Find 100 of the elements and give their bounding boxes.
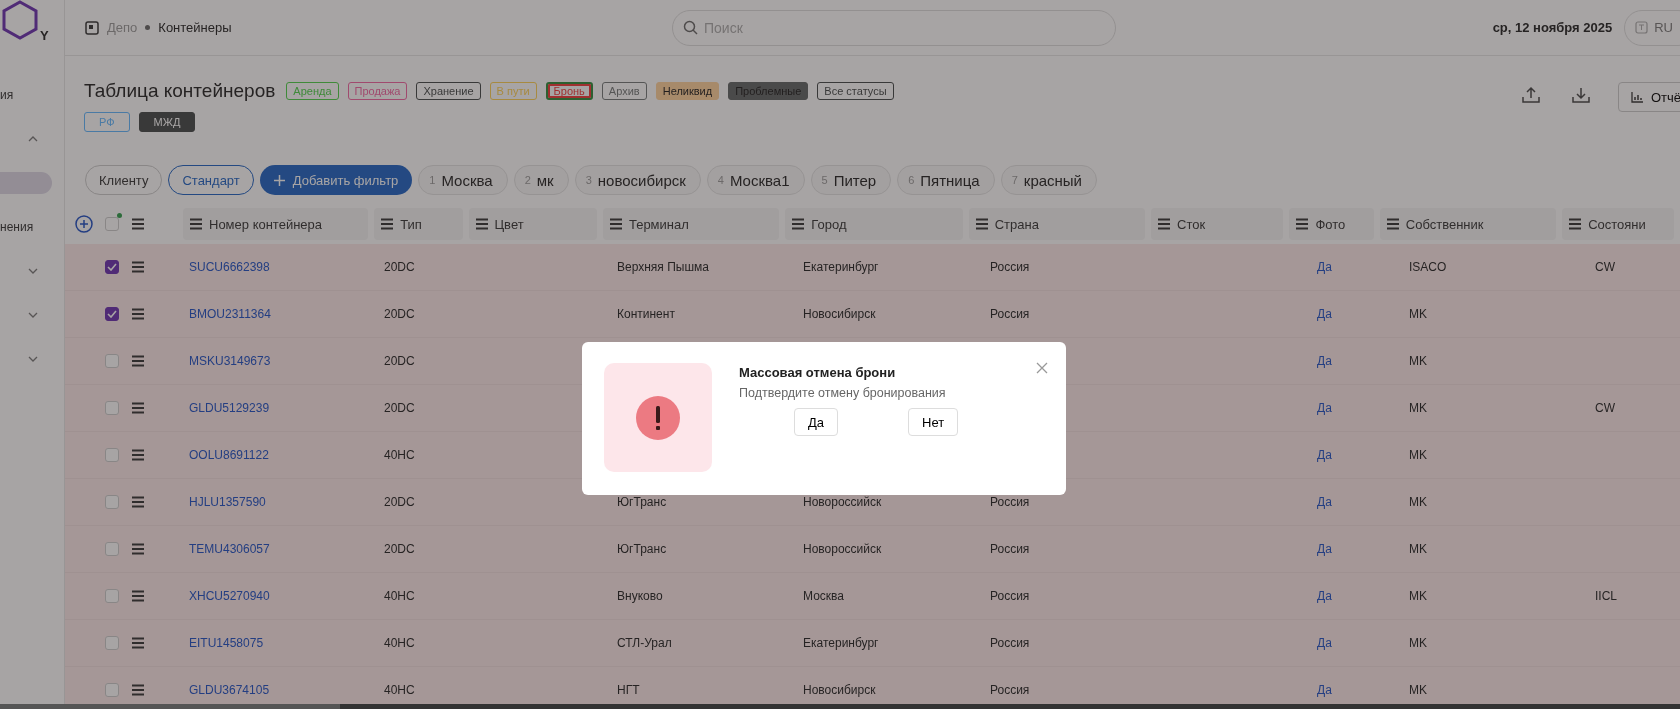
chevron-down-icon[interactable]	[28, 356, 38, 362]
status-tag[interactable]: Продажа	[347, 82, 408, 100]
table-cell: MK	[1409, 401, 1427, 415]
row-checkbox[interactable]	[105, 260, 119, 274]
row-menu-icon[interactable]	[131, 261, 145, 273]
breadcrumb-item: Контейнеры	[158, 20, 232, 35]
column-header[interactable]: Терминал	[602, 208, 780, 240]
table-cell: 20DC	[384, 542, 415, 556]
indicator-dot	[117, 213, 122, 218]
table-cell: 20DC	[384, 401, 415, 415]
table-cell: MK	[1409, 448, 1427, 462]
table-cell: Верхняя Пышма	[617, 260, 709, 274]
column-header[interactable]: Страна	[968, 208, 1146, 240]
menu-item-label[interactable]: ия	[0, 85, 14, 105]
warning-icon	[636, 395, 680, 440]
photo-link[interactable]: Да	[1317, 260, 1332, 274]
container-link[interactable]: XHCU5270940	[189, 589, 270, 603]
photo-link[interactable]: Да	[1317, 448, 1332, 462]
add-filter-button[interactable]: Добавить фильтр	[259, 165, 413, 195]
menu-icon	[974, 218, 989, 230]
table-cell: ЮгТранс	[617, 542, 667, 556]
table-cell: MK	[1409, 495, 1427, 509]
preset-filter[interactable]: Стандарт	[168, 165, 254, 195]
menu-icon	[1568, 218, 1583, 230]
photo-link[interactable]: Да	[1317, 683, 1332, 697]
table-cell: IICL	[1595, 589, 1617, 603]
container-link[interactable]: BMOU2311364	[189, 307, 271, 321]
report-button[interactable]: Отчё	[1617, 82, 1680, 112]
column-header[interactable]: Тип	[374, 208, 463, 240]
page-title: Таблица контейнеров	[84, 80, 276, 102]
row-menu-icon[interactable]	[131, 543, 145, 555]
container-link[interactable]: HJLU1357590	[189, 495, 266, 509]
photo-link[interactable]: Да	[1317, 307, 1332, 321]
table-cell: Новороссийск	[803, 495, 882, 509]
filter-label: новосибирск	[597, 171, 686, 189]
dialog-button[interactable]: Нет	[908, 408, 959, 436]
photo-link[interactable]: Да	[1317, 354, 1332, 368]
region-tag[interactable]: РФ	[84, 112, 130, 132]
table-cell: Россия	[990, 307, 1030, 321]
status-tag[interactable]: Неликвид	[655, 82, 720, 100]
container-link[interactable]: SUCU6662398	[189, 260, 270, 274]
row-menu-icon[interactable]	[131, 590, 145, 602]
container-link[interactable]: OOLU8691122	[189, 448, 269, 462]
row-checkbox[interactable]	[105, 307, 119, 321]
status-tag[interactable]: Бронь	[545, 82, 593, 100]
row-menu-icon[interactable]	[131, 637, 145, 649]
region-tag[interactable]: МЖД	[138, 112, 196, 132]
row-menu-icon[interactable]	[131, 402, 145, 414]
table-cell: 20DC	[384, 495, 415, 509]
table-cell: 20DC	[384, 354, 415, 368]
photo-link[interactable]: Да	[1317, 542, 1332, 556]
container-link[interactable]: MSKU3149673	[189, 354, 271, 368]
row-menu-icon[interactable]	[131, 308, 145, 320]
column-header[interactable]: Номер контейнера	[183, 208, 369, 240]
check-icon	[107, 263, 117, 271]
add-row-icon[interactable]	[75, 215, 93, 233]
photo-link[interactable]: Да	[1317, 401, 1332, 415]
container-link[interactable]: GLDU5129239	[189, 401, 270, 415]
column-header[interactable]: Сток	[1151, 208, 1284, 240]
language-button[interactable]: RU	[1624, 9, 1680, 46]
chevron-down-icon[interactable]	[28, 268, 38, 274]
table-cell: ISACO	[1409, 260, 1447, 274]
row-menu-icon[interactable]	[131, 684, 145, 696]
photo-link[interactable]: Да	[1317, 589, 1332, 603]
column-header[interactable]: Фото	[1289, 208, 1374, 240]
preset-filter[interactable]: Клиенту	[85, 165, 163, 195]
column-header[interactable]: Город	[785, 208, 963, 240]
table-cell: Екатеринбург	[803, 636, 879, 650]
menu-icon	[791, 218, 806, 230]
row-menu-icon[interactable]	[131, 449, 145, 461]
photo-link[interactable]: Да	[1317, 636, 1332, 650]
table-cell: MK	[1409, 307, 1427, 321]
menu-icon	[189, 218, 203, 230]
status-tag[interactable]: Архив	[601, 82, 647, 100]
status-tag[interactable]: Хранение	[416, 82, 481, 100]
table-cell: 20DC	[384, 307, 415, 321]
chevron-down-icon[interactable]	[28, 312, 38, 318]
breadcrumb-item[interactable]: Депо	[107, 20, 138, 35]
table-cell: СТЛ-Урал	[617, 636, 672, 650]
sidebar-toggle-icon[interactable]	[85, 20, 99, 35]
photo-link[interactable]: Да	[1317, 495, 1332, 509]
table-cell: 40HC	[384, 589, 415, 603]
table-cell: MK	[1409, 354, 1427, 368]
menu-item-label[interactable]: нения	[0, 217, 34, 237]
menu-icon[interactable]	[131, 218, 145, 230]
column-header[interactable]: Собственник	[1379, 208, 1557, 240]
chevron-up-icon[interactable]	[28, 136, 38, 142]
row-menu-icon[interactable]	[131, 496, 145, 508]
filter-label: Питер	[833, 171, 877, 189]
container-link[interactable]: GLDU3674105	[189, 683, 270, 697]
dialog-button[interactable]: Да	[794, 408, 839, 436]
close-icon[interactable]	[1036, 362, 1048, 374]
column-header[interactable]: Состояни	[1562, 208, 1674, 240]
container-link[interactable]: EITU1458075	[189, 636, 264, 650]
row-menu-icon[interactable]	[131, 355, 145, 367]
container-link[interactable]: TEMU4306057	[189, 542, 270, 556]
scrollbar[interactable]	[0, 704, 1680, 709]
column-header[interactable]: Цвет	[468, 208, 597, 240]
table-cell: MK	[1409, 636, 1427, 650]
status-tag[interactable]: Все статусы	[817, 82, 894, 100]
